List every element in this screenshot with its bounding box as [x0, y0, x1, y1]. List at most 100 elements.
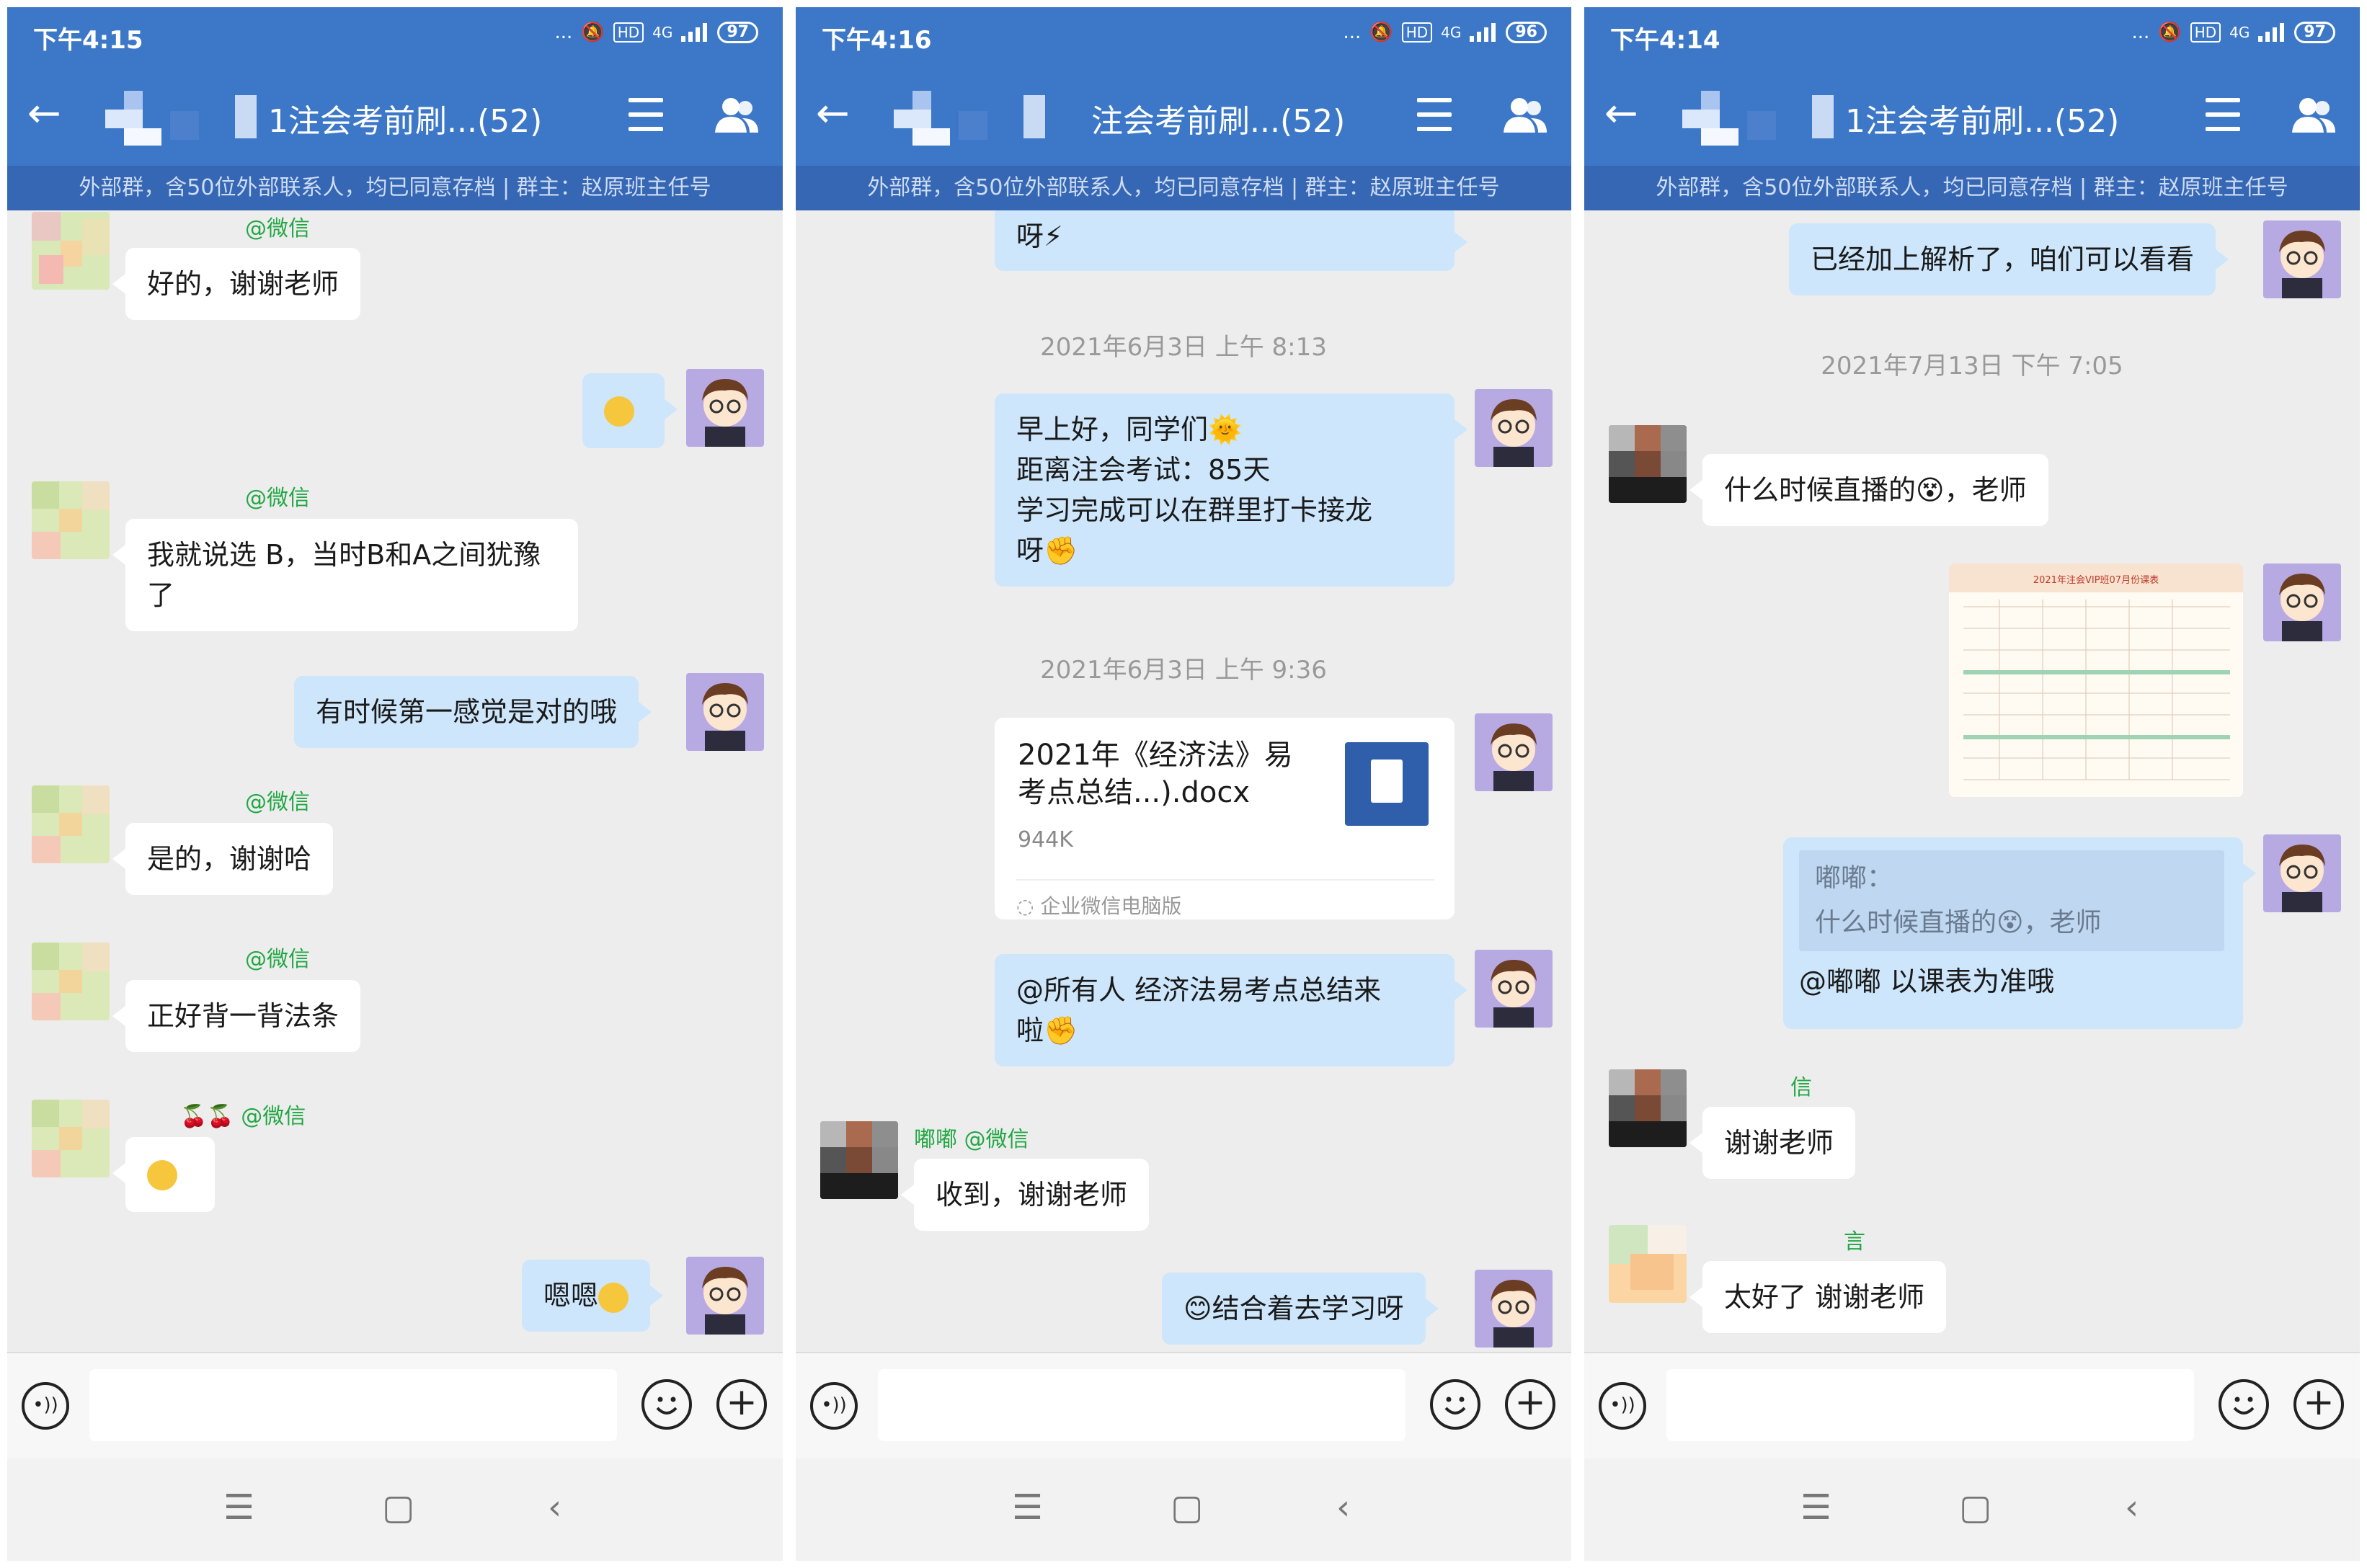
- message-bubble[interactable]: 已经加上解析了，咱们可以看看: [1789, 223, 2216, 295]
- avatar[interactable]: [32, 785, 110, 863]
- quote-block[interactable]: 嘟嘟： 什么时候直播的😵，老师: [1799, 850, 2224, 951]
- menu-icon[interactable]: [1417, 98, 1452, 131]
- avatar[interactable]: [2263, 564, 2341, 641]
- nav-home-icon[interactable]: ▢: [1171, 1487, 1203, 1528]
- group-info-bar[interactable]: 外部群，含50位外部联系人，均已同意存档 | 群主：赵原班主任号: [7, 166, 783, 210]
- plus-icon[interactable]: +: [1505, 1379, 1555, 1430]
- message-bubble[interactable]: 正好背一背法条: [125, 980, 360, 1052]
- network-type: 4G: [2229, 25, 2250, 40]
- voice-icon[interactable]: •)): [22, 1382, 69, 1430]
- status-dots: ...: [1344, 22, 1362, 43]
- avatar[interactable]: [1475, 389, 1553, 467]
- nav-menu-icon[interactable]: ☰: [1012, 1487, 1043, 1528]
- voice-icon[interactable]: •)): [1599, 1382, 1646, 1430]
- nav-menu-icon[interactable]: ☰: [223, 1487, 254, 1528]
- nav-home-icon[interactable]: ▢: [1959, 1487, 1991, 1528]
- avatar[interactable]: [686, 369, 764, 447]
- nav-menu-icon[interactable]: ☰: [1800, 1487, 1831, 1528]
- nav-back-icon[interactable]: ‹: [2125, 1487, 2139, 1528]
- group-avatar[interactable]: [105, 91, 161, 146]
- nav-home-icon[interactable]: ▢: [382, 1487, 414, 1528]
- file-source-label: 企业微信电脑版: [1040, 894, 1181, 918]
- avatar[interactable]: [686, 1257, 764, 1335]
- message-bubble[interactable]: 呀⚡: [995, 210, 1455, 271]
- smile-emoji: [604, 396, 634, 427]
- avatar[interactable]: [1609, 425, 1687, 503]
- message-list[interactable]: 呀⚡ 2021年6月3日 上午 8:13 早上好，同学们🌞 距离注会考试：85天…: [796, 210, 1571, 1352]
- message-input[interactable]: [1666, 1369, 2194, 1441]
- message-bubble[interactable]: @所有人 经济法易考点总结来 啦✊: [995, 954, 1455, 1066]
- plus-icon[interactable]: +: [2293, 1379, 2344, 1430]
- avatar[interactable]: [32, 1100, 110, 1177]
- avatar[interactable]: [32, 212, 110, 290]
- emoji-icon[interactable]: [641, 1379, 692, 1430]
- message-bubble[interactable]: 收到，谢谢老师: [914, 1159, 1149, 1231]
- group-avatar[interactable]: [1682, 91, 1738, 146]
- message-input[interactable]: [878, 1369, 1405, 1441]
- arrow-left-icon[interactable]: ←: [816, 94, 850, 134]
- system-nav-bar: ☰ ▢ ‹: [796, 1458, 1571, 1561]
- chat-panel-3: 下午4:14 ... 🔕 HD 4G 97 ← 1注会考前刷...(52) 外部…: [1584, 7, 2360, 1561]
- members-icon[interactable]: [1502, 97, 1548, 134]
- members-icon[interactable]: [2291, 97, 2337, 134]
- message-bubble[interactable]: 嘟嘟： 什么时候直播的😵，老师 @嘟嘟 以课表为准哦: [1783, 837, 2243, 1029]
- hd-icon: HD: [2190, 22, 2221, 43]
- message-bubble[interactable]: 我就说选 B，当时B和A之间犹豫了: [125, 519, 578, 631]
- group-avatar[interactable]: [894, 91, 950, 146]
- message-list[interactable]: 已经加上解析了，咱们可以看看 2021年7月13日 下午 7:05 什么时候直播…: [1584, 210, 2360, 1352]
- source-icon: ◌: [1016, 894, 1040, 918]
- avatar[interactable]: [1609, 1069, 1687, 1147]
- arrow-left-icon[interactable]: ←: [27, 94, 61, 134]
- message-bubble[interactable]: [582, 373, 665, 448]
- message-bubble[interactable]: 太好了 谢谢老师: [1702, 1261, 1946, 1333]
- message-line: 啦✊: [1016, 1010, 1433, 1051]
- avatar[interactable]: [1609, 1225, 1687, 1303]
- avatar[interactable]: [820, 1121, 898, 1199]
- message-bubble[interactable]: 有时候第一感觉是对的哦: [294, 676, 639, 748]
- arrow-left-icon[interactable]: ←: [1604, 94, 1638, 134]
- avatar[interactable]: [686, 673, 764, 751]
- plus-icon[interactable]: +: [716, 1379, 767, 1430]
- menu-icon[interactable]: [2206, 98, 2240, 131]
- status-time: 下午4:15: [33, 20, 143, 55]
- emoji-icon[interactable]: [2219, 1379, 2269, 1430]
- message-bubble[interactable]: [125, 1137, 215, 1212]
- chat-title: 1注会考前刷...(52): [1845, 95, 2119, 141]
- message-bubble[interactable]: 谢谢老师: [1702, 1107, 1855, 1179]
- message-list[interactable]: @微信 好的，谢谢老师 @微信 我就说选 B，当时B和A之间犹豫了 有时候第一感…: [7, 210, 783, 1352]
- file-size: 944K: [1018, 827, 1073, 852]
- menu-icon[interactable]: [629, 98, 663, 131]
- emoji-icon[interactable]: [1430, 1379, 1480, 1430]
- status-dots: ...: [555, 22, 573, 43]
- message-line: @所有人 经济法易考点总结来: [1016, 970, 1433, 1010]
- nav-back-icon[interactable]: ‹: [1336, 1487, 1350, 1528]
- message-bubble[interactable]: 😊结合着去学习呀: [1162, 1273, 1426, 1345]
- group-info-bar[interactable]: 外部群，含50位外部联系人，均已同意存档 | 群主：赵原班主任号: [1584, 166, 2360, 210]
- voice-icon[interactable]: •)): [810, 1382, 858, 1430]
- bell-off-icon: 🔕: [581, 22, 604, 43]
- avatar[interactable]: [2263, 834, 2341, 912]
- group-info-bar[interactable]: 外部群，含50位外部联系人，均已同意存档 | 群主：赵原班主任号: [796, 166, 1571, 210]
- bell-off-icon: 🔕: [1369, 22, 1393, 43]
- message-bubble[interactable]: 是的，谢谢哈: [125, 823, 333, 895]
- avatar[interactable]: [2263, 220, 2341, 298]
- status-dots: ...: [2132, 22, 2150, 43]
- message-bubble[interactable]: 早上好，同学们🌞 距离注会考试：85天 学习完成可以在群里打卡接龙 呀✊: [995, 393, 1455, 587]
- nickname: 言: [1844, 1224, 1865, 1255]
- signal-icon: [1470, 23, 1497, 42]
- avatar[interactable]: [1475, 950, 1553, 1028]
- avatar[interactable]: [32, 481, 110, 559]
- avatar[interactable]: [32, 943, 110, 1020]
- nav-back-icon[interactable]: ‹: [548, 1487, 561, 1528]
- avatar[interactable]: [1475, 713, 1553, 791]
- message-bubble[interactable]: 嗯嗯: [522, 1260, 650, 1332]
- image-message[interactable]: 2021年注会VIP班07月份课表: [1949, 564, 2243, 797]
- message-bubble[interactable]: 好的，谢谢老师: [125, 248, 360, 320]
- message-bubble[interactable]: 什么时候直播的😵，老师: [1702, 454, 2048, 526]
- timestamp: 2021年6月3日 上午 9:36: [796, 650, 1571, 685]
- message-line: 学习完成可以在群里打卡接龙: [1016, 490, 1433, 530]
- message-input[interactable]: [89, 1369, 617, 1441]
- avatar[interactable]: [1475, 1270, 1553, 1348]
- members-icon[interactable]: [714, 97, 760, 134]
- file-card[interactable]: 2021年《经济法》易考点总结...).docx 944K ◌ 企业微信电脑版: [995, 718, 1455, 919]
